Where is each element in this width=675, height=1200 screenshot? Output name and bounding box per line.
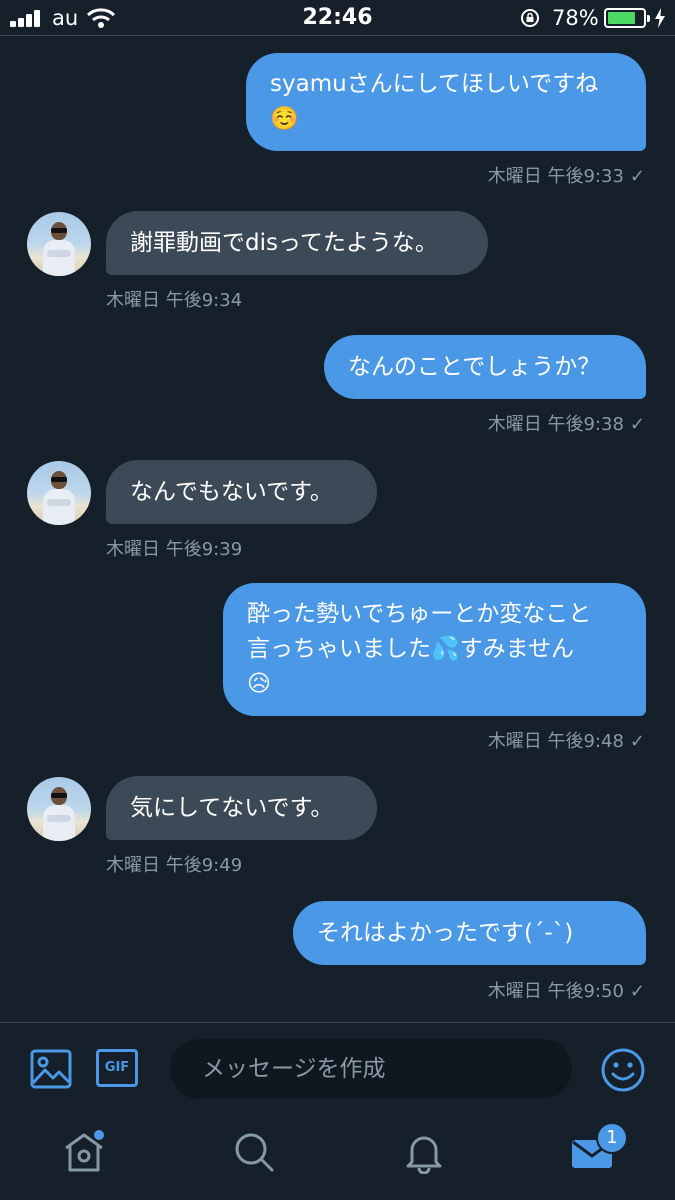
read-check-icon: ✓ [629, 166, 645, 187]
gif-icon[interactable]: GIF [96, 1049, 138, 1087]
read-check-icon: ✓ [629, 981, 645, 1002]
message-bubble-sent[interactable]: それはよかったです(´-`) [293, 901, 646, 965]
read-check-icon: ✓ [629, 414, 645, 435]
message-timestamp: 木曜日 午後9:48 [487, 731, 624, 752]
home-notification-dot [94, 1130, 104, 1140]
message-meta: 木曜日 午後9:38 ✓ [488, 410, 645, 436]
avatar[interactable] [27, 461, 91, 525]
message-meta: 木曜日 午後9:33 ✓ [488, 162, 645, 188]
message-bubble-received[interactable]: なんでもないです。 [106, 460, 377, 524]
message-composer: GIF [0, 1022, 675, 1116]
message-bubble-sent[interactable]: 酔った勢いでちゅーとか変なこと 言っちゃいました💦すみません 😥 [223, 583, 646, 716]
avatar[interactable] [27, 212, 91, 276]
message-bubble-sent[interactable]: syamuさんにしてほしいですね ☺️ [246, 53, 646, 151]
emoji-icon[interactable] [600, 1047, 646, 1093]
message-meta: 木曜日 午後9:50 ✓ [488, 977, 645, 1003]
notifications-icon[interactable] [402, 1130, 446, 1174]
message-bubble-sent[interactable]: なんのことでしょうか？ [324, 335, 646, 399]
message-bubble-received[interactable]: 謝罪動画でdisってたような。 [106, 211, 488, 275]
message-meta: 木曜日 午後9:48 ✓ [488, 727, 645, 753]
status-bar: au 22:46 78% [0, 0, 675, 36]
message-timestamp: 木曜日 午後9:33 [487, 166, 624, 187]
rotation-lock-icon [521, 9, 539, 27]
message-timestamp: 木曜日 午後9:50 [487, 981, 624, 1002]
charging-icon [655, 8, 665, 28]
read-check-icon: ✓ [629, 731, 645, 752]
message-timestamp: 木曜日 午後9:49 [106, 855, 243, 876]
battery-percent: 78% [552, 6, 599, 30]
message-timestamp: 木曜日 午後9:34 [106, 290, 243, 311]
message-text: 酔った勢いでちゅーとか変なこと 言っちゃいました💦すみません 😥 [247, 601, 592, 697]
message-text: なんでもないです。 [130, 478, 333, 505]
message-timestamp: 木曜日 午後9:39 [106, 539, 243, 560]
message-input[interactable] [170, 1039, 572, 1099]
battery-icon [604, 8, 650, 28]
message-text: それはよかったです(´-`) [317, 919, 574, 946]
message-text: なんのことでしょうか？ [348, 353, 601, 380]
avatar[interactable] [27, 777, 91, 841]
message-text: 気にしてないです。 [130, 794, 334, 821]
message-timestamp: 木曜日 午後9:38 [487, 414, 624, 435]
search-icon[interactable] [232, 1130, 276, 1174]
messages-badge: 1 [596, 1122, 628, 1154]
message-text: syamuさんにしてほしいですね ☺️ [270, 71, 599, 132]
message-bubble-received[interactable]: 気にしてないです。 [106, 776, 377, 840]
message-text: 謝罪動画でdisってたような。 [130, 229, 438, 256]
tab-bar: 1 [0, 1116, 675, 1200]
image-icon[interactable] [30, 1049, 72, 1089]
